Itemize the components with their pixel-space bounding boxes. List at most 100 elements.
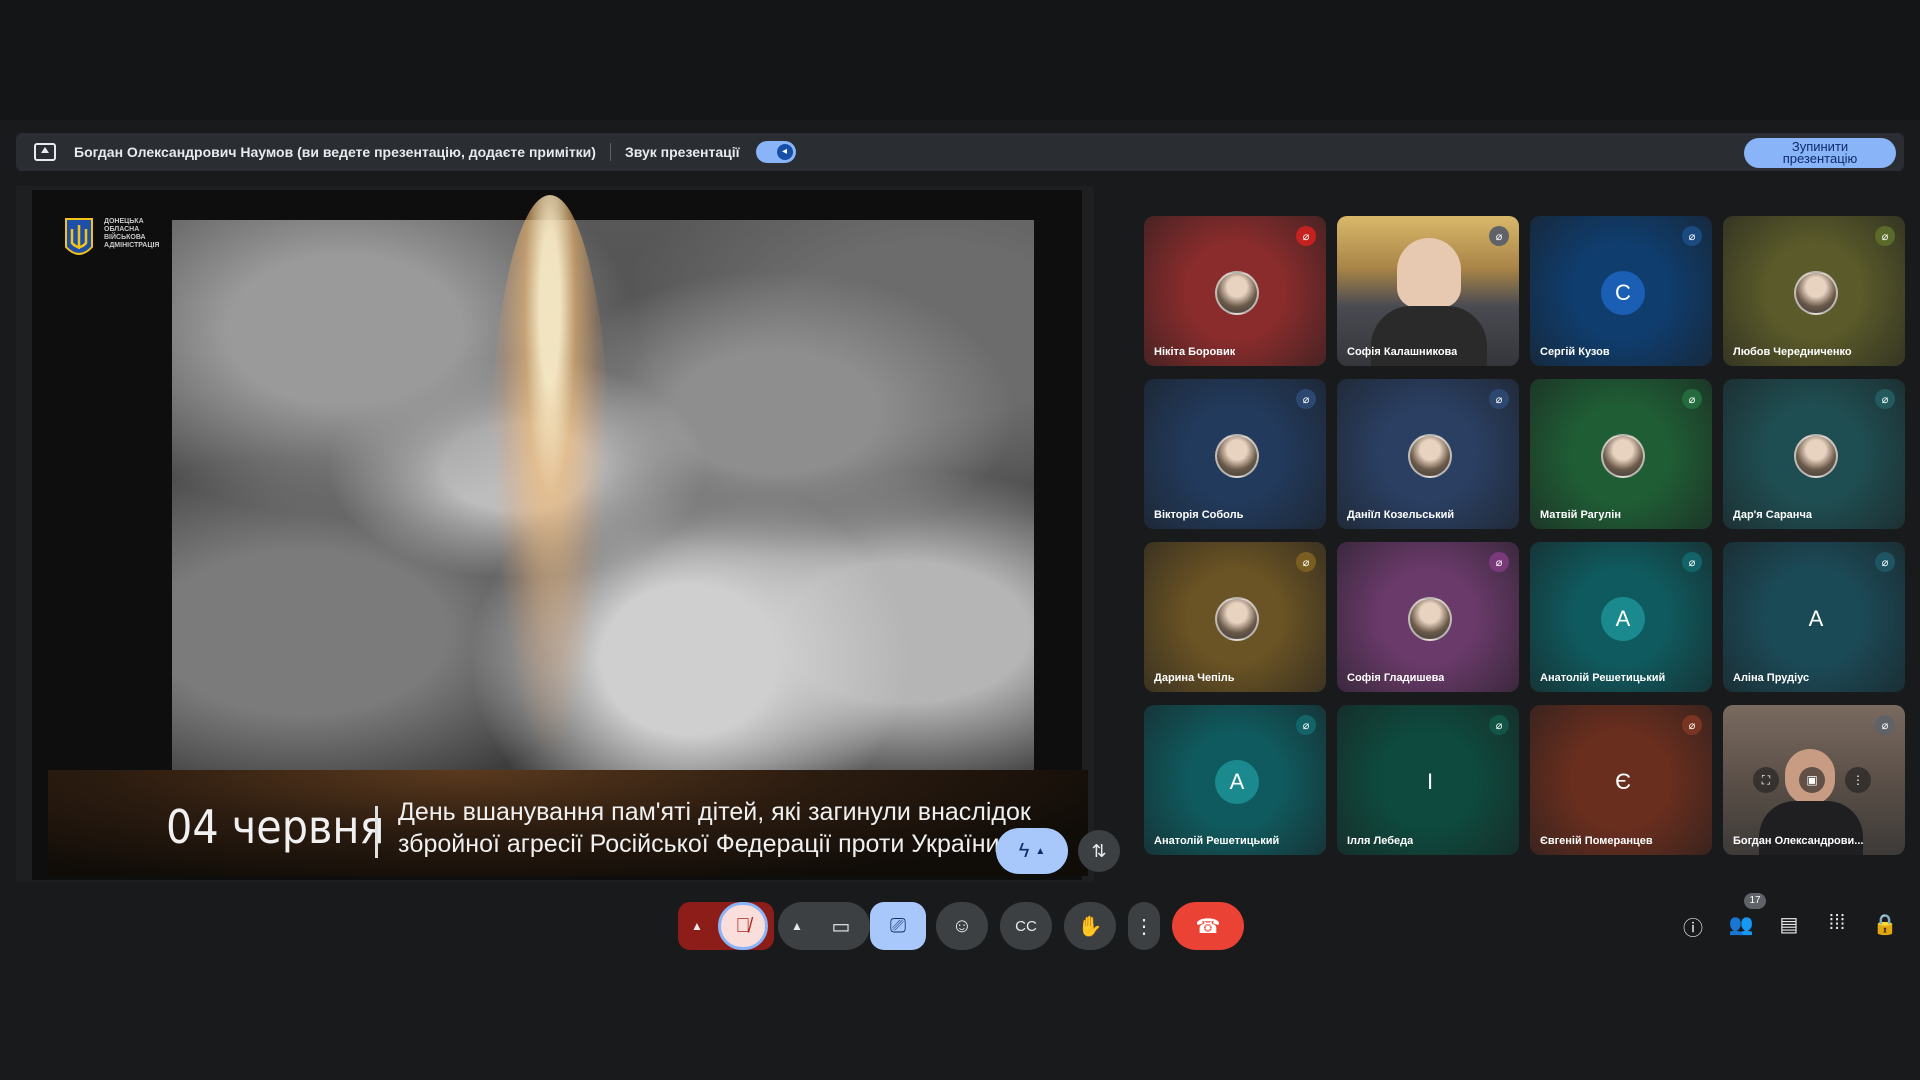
participant-name: Богдан Олександрови... bbox=[1733, 835, 1864, 847]
reactions-menu-button[interactable]: ϟ ▲ bbox=[996, 828, 1068, 874]
mic-off-icon: ⌀ bbox=[1682, 552, 1702, 572]
participant-name: Нікіта Боровик bbox=[1154, 346, 1236, 358]
swap-arrows-icon: ⇅ bbox=[1091, 840, 1107, 861]
more-vert-icon: ⋮ bbox=[1134, 915, 1154, 938]
slide-tools: ϟ ▲ ⇅ bbox=[996, 828, 1120, 874]
swap-layout-button[interactable]: ⇅ bbox=[1078, 830, 1120, 872]
slide-caption: День вшанування пам'яті дітей, які загин… bbox=[398, 796, 1048, 860]
participant-tile[interactable]: ⌀ Даніїл Козельський bbox=[1337, 379, 1519, 529]
participant-photo bbox=[1408, 597, 1452, 641]
participant-photo bbox=[1215, 597, 1259, 641]
participant-tile[interactable]: ⌀ Матвій Рагулін bbox=[1530, 379, 1712, 529]
participant-tile[interactable]: А ⌀ Анатолій Решетицький bbox=[1144, 705, 1326, 855]
frame-icon[interactable]: ▣ bbox=[1799, 767, 1825, 793]
presenting-text: Богдан Олександрович Наумов (ви ведете п… bbox=[74, 144, 596, 160]
participant-name: Матвій Рагулін bbox=[1540, 509, 1621, 521]
participant-tile[interactable]: ⌀ Софія Гладишева bbox=[1337, 542, 1519, 692]
lightning-icon: ϟ bbox=[1018, 839, 1030, 862]
chat-icon: ▤ bbox=[1779, 914, 1799, 936]
mic-options-button[interactable]: ▲ bbox=[680, 902, 714, 950]
present-icon bbox=[34, 143, 56, 161]
participant-name: Анатолій Решетицький bbox=[1154, 835, 1280, 847]
participant-name: Вікторія Соболь bbox=[1154, 509, 1244, 521]
activities-button[interactable]: ⁞⁞⁞ bbox=[1822, 912, 1852, 935]
participant-tile[interactable]: ⌀ Софія Калашникова bbox=[1337, 216, 1519, 366]
participant-initial: А bbox=[1215, 760, 1259, 804]
slide-date: 04 червня bbox=[166, 800, 385, 854]
participant-name: Софія Калашникова bbox=[1347, 346, 1458, 358]
info-icon: ⓘ bbox=[1683, 918, 1703, 940]
host-controls-button[interactable]: 🔒 bbox=[1870, 912, 1900, 937]
chevron-up-icon: ▲ bbox=[691, 919, 703, 933]
participant-tile[interactable]: А ⌀ Аліна Прудіус bbox=[1723, 542, 1905, 692]
people-icon: 👥 bbox=[1728, 914, 1754, 936]
participant-initial: А bbox=[1601, 597, 1645, 641]
participant-count-badge: 17 bbox=[1744, 893, 1766, 909]
participant-tile[interactable]: ⌀ Вікторія Соболь bbox=[1144, 379, 1326, 529]
participant-name: Даніїл Козельський bbox=[1347, 509, 1455, 521]
mic-off-icon: ⌀ bbox=[1489, 552, 1509, 572]
participant-name: Дар'я Саранча bbox=[1733, 509, 1812, 521]
participant-name: Ілля Лебеда bbox=[1347, 835, 1414, 847]
raise-hand-button[interactable]: ✋ bbox=[1064, 902, 1116, 950]
camera-button[interactable]: ▭ bbox=[816, 902, 866, 950]
participant-grid: ⌀ Нікіта Боровик ⌀ Софія Калашникова С ⌀ Сергі… bbox=[1144, 216, 1905, 855]
mic-off-icon: ⌀ bbox=[1682, 226, 1702, 246]
speaker-icon: ◂ bbox=[776, 144, 793, 160]
participant-name: Сергій Кузов bbox=[1540, 346, 1610, 358]
presenting-bar: Богдан Олександрович Наумов (ви ведете п… bbox=[16, 133, 1904, 171]
participant-tile[interactable]: Є ⌀ Євгеній Померанцев bbox=[1530, 705, 1712, 855]
chat-button[interactable]: ▤ bbox=[1774, 912, 1804, 937]
pin-icon[interactable]: ⛶ bbox=[1753, 767, 1779, 793]
trident-crest-icon bbox=[65, 218, 93, 255]
leave-call-button[interactable]: ☎ bbox=[1172, 902, 1244, 950]
mic-off-icon: ⌀ bbox=[1682, 389, 1702, 409]
caret-icon: ▲ bbox=[1035, 845, 1046, 857]
participant-tile[interactable]: С ⌀ Сергій Кузов bbox=[1530, 216, 1712, 366]
hand-icon: ✋ bbox=[1077, 915, 1103, 938]
participant-initial: Є bbox=[1601, 760, 1645, 804]
captions-button[interactable]: CC bbox=[1000, 902, 1052, 950]
mic-off-icon: ⌀ bbox=[1875, 552, 1895, 572]
present-button[interactable]: ⎚ bbox=[870, 902, 926, 950]
caption-line-2: збройної агресії Російської Федерації пр… bbox=[398, 830, 1000, 858]
meeting-info-button[interactable]: ⓘ bbox=[1678, 912, 1708, 941]
more-options-button[interactable]: ⋮ bbox=[1128, 902, 1160, 950]
emoji-icon: ☺ bbox=[951, 914, 973, 937]
participant-tile[interactable]: ⌀ Нікіта Боровик bbox=[1144, 216, 1326, 366]
participant-tile[interactable]: ⌀ Дар'я Саранча bbox=[1723, 379, 1905, 529]
mic-off-icon: ⌀ bbox=[1296, 226, 1316, 246]
mic-off-icon: 🎙̸ bbox=[735, 914, 751, 937]
microphone-button[interactable]: 🎙̸ bbox=[718, 902, 768, 950]
captions-icon: CC bbox=[1015, 917, 1037, 935]
participant-photo bbox=[1794, 271, 1838, 315]
mic-off-icon: ⌀ bbox=[1489, 715, 1509, 735]
participant-initial: І bbox=[1408, 760, 1452, 804]
more-vert-icon[interactable]: ⋮ bbox=[1845, 767, 1871, 793]
stop-presenting-button[interactable]: Зупинити презентацію bbox=[1744, 138, 1896, 168]
participant-photo bbox=[1408, 434, 1452, 478]
participant-name: Аліна Прудіус bbox=[1733, 672, 1810, 684]
camera-options-button[interactable]: ▲ bbox=[780, 902, 814, 950]
participant-photo bbox=[1215, 434, 1259, 478]
control-bar: ▲ 🎙̸ ▲ ▭ ⎚ ☺ CC ✋ ⋮ ☎ bbox=[0, 902, 1920, 954]
presentation-audio-label: Звук презентації bbox=[624, 144, 740, 160]
participant-tile[interactable]: ⌀ Дарина Чепіль bbox=[1144, 542, 1326, 692]
participant-tile[interactable]: ⌀ Любов Чередниченко bbox=[1723, 216, 1905, 366]
participant-tile[interactable]: А ⌀ Анатолій Решетицький bbox=[1530, 542, 1712, 692]
present-screen-icon: ⎚ bbox=[890, 914, 906, 937]
mic-off-icon: ⌀ bbox=[1875, 715, 1895, 735]
lock-person-icon: 🔒 bbox=[1872, 914, 1898, 936]
mic-off-icon: ⌀ bbox=[1296, 389, 1316, 409]
top-band bbox=[0, 0, 1920, 120]
reactions-button[interactable]: ☺ bbox=[936, 902, 988, 950]
chevron-up-icon: ▲ bbox=[791, 919, 803, 933]
presentation-audio-toggle[interactable]: ◂ bbox=[755, 141, 796, 163]
participant-photo bbox=[1215, 271, 1259, 315]
caption-line-1: День вшанування пам'яті дітей, які загин… bbox=[398, 798, 1031, 826]
participant-tile[interactable]: І ⌀ Ілля Лебеда bbox=[1337, 705, 1519, 855]
mic-off-icon: ⌀ bbox=[1682, 715, 1702, 735]
participant-tile[interactable]: ⛶ ▣ ⋮ ⌀ Богдан Олександрови... bbox=[1723, 705, 1905, 855]
people-button[interactable]: 👥 bbox=[1726, 912, 1756, 937]
mic-off-icon: ⌀ bbox=[1489, 389, 1509, 409]
